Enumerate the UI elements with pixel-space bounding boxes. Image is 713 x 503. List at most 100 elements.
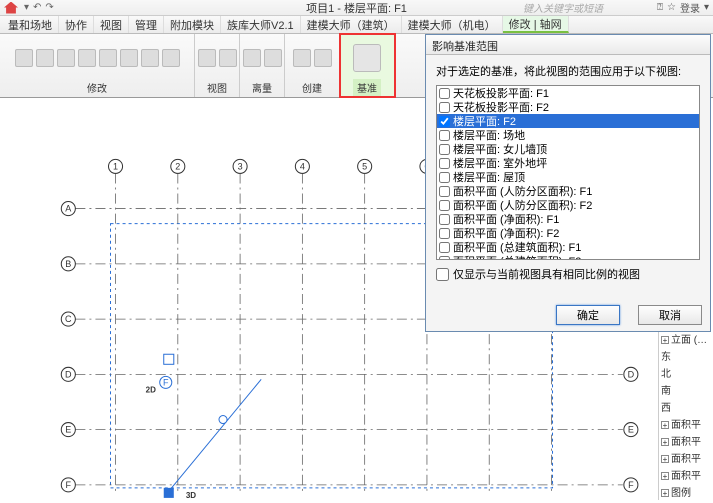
grid-end-control[interactable] bbox=[164, 354, 174, 364]
svg-text:B: B bbox=[65, 259, 71, 269]
ribbon-tab[interactable]: 量和场地 bbox=[2, 16, 59, 33]
view-checkbox[interactable] bbox=[439, 242, 450, 253]
ribbon-tabs: 量和场地协作视图管理附加模块族库大师V2.1建模大师（建筑）建模大师（机电）修改… bbox=[0, 16, 713, 34]
view-list-item[interactable]: 面积平面 (净面积): F2 bbox=[437, 226, 699, 240]
browser-node[interactable]: +面积平 bbox=[659, 466, 713, 483]
tool-icon[interactable] bbox=[57, 49, 75, 67]
ribbon-tab[interactable]: 视图 bbox=[94, 16, 129, 33]
tool-icon[interactable] bbox=[314, 49, 332, 67]
svg-text:F: F bbox=[628, 480, 634, 490]
view-checkbox[interactable] bbox=[439, 256, 450, 261]
panel-label: 创建 bbox=[298, 79, 326, 96]
drag-handle[interactable] bbox=[219, 416, 227, 424]
view-checkbox[interactable] bbox=[439, 214, 450, 225]
dim-2d: 2D bbox=[146, 385, 156, 394]
browser-node[interactable]: +图例 bbox=[659, 483, 713, 500]
ribbon-tab[interactable]: 修改 | 轴网 bbox=[503, 16, 569, 33]
tool-icon[interactable] bbox=[293, 49, 311, 67]
ribbon-tab[interactable]: 协作 bbox=[59, 16, 94, 33]
nav-arrow[interactable]: ▾ bbox=[24, 2, 29, 13]
view-checkbox[interactable] bbox=[439, 228, 450, 239]
ribbon-panel-视图: 视图 bbox=[195, 34, 240, 97]
same-scale-checkbox-input[interactable] bbox=[436, 268, 449, 281]
svg-text:E: E bbox=[628, 425, 634, 435]
svg-text:3: 3 bbox=[238, 161, 243, 171]
ribbon-tab[interactable]: 附加模块 bbox=[164, 16, 221, 33]
propagate-extents-dialog: 影响基准范围 对于选定的基准，将此视图的范围应用于以下视图: 天花板投影平面: … bbox=[425, 34, 711, 332]
browser-node[interactable]: 西 bbox=[659, 398, 713, 415]
view-checkbox[interactable] bbox=[439, 158, 450, 169]
view-list-item[interactable]: 天花板投影平面: F1 bbox=[437, 86, 699, 100]
view-list-item[interactable]: 楼层平面: 屋顶 bbox=[437, 170, 699, 184]
help-icon[interactable]: ⍰ bbox=[657, 2, 663, 13]
svg-text:1: 1 bbox=[113, 161, 118, 171]
document-title: 项目1 - 楼层平面: F1 bbox=[306, 0, 407, 16]
view-list-item[interactable]: 楼层平面: 场地 bbox=[437, 128, 699, 142]
undo-icon[interactable]: ↶ bbox=[33, 2, 41, 13]
tool-icon[interactable] bbox=[243, 49, 261, 67]
tool-icon[interactable] bbox=[219, 49, 237, 67]
tool-icon[interactable] bbox=[353, 44, 381, 72]
browser-node[interactable]: +面积平 bbox=[659, 415, 713, 432]
view-checkbox[interactable] bbox=[439, 200, 450, 211]
tool-icon[interactable] bbox=[141, 49, 159, 67]
tool-icon[interactable] bbox=[198, 49, 216, 67]
browser-node[interactable]: 北 bbox=[659, 364, 713, 381]
ribbon-panel-修改: 修改 bbox=[0, 34, 195, 97]
view-list-item[interactable]: 面积平面 (人防分区面积): F1 bbox=[437, 184, 699, 198]
browser-node[interactable]: +立面 (… bbox=[659, 330, 713, 347]
tool-icon[interactable] bbox=[120, 49, 138, 67]
title-bar: ▾ ↶ ↷ 项目1 - 楼层平面: F1 键入关键字或短语 ⍰ ☆ 登录 ▾ bbox=[0, 0, 713, 16]
ribbon-tab[interactable]: 管理 bbox=[129, 16, 164, 33]
svg-text:D: D bbox=[628, 369, 635, 379]
tool-icon[interactable] bbox=[78, 49, 96, 67]
view-label: 面积平面 (总建筑面积): F2 bbox=[453, 253, 581, 260]
view-checkbox[interactable] bbox=[439, 130, 450, 141]
ribbon-tab[interactable]: 建模大师（建筑） bbox=[301, 16, 402, 33]
panel-label: 视图 bbox=[203, 79, 231, 96]
title-right-controls: ⍰ ☆ 登录 ▾ bbox=[657, 0, 709, 15]
cancel-button[interactable]: 取消 bbox=[638, 305, 702, 325]
view-list-item[interactable]: 面积平面 (人防分区面积): F2 bbox=[437, 198, 699, 212]
dialog-title[interactable]: 影响基准范围 bbox=[426, 35, 710, 55]
view-list-item[interactable]: 楼层平面: F2 bbox=[437, 114, 699, 128]
dropdown-icon[interactable]: ▾ bbox=[704, 2, 709, 13]
view-list-item[interactable]: 面积平面 (净面积): F1 bbox=[437, 212, 699, 226]
star-icon[interactable]: ☆ bbox=[667, 2, 676, 13]
view-list-item[interactable]: 楼层平面: 女儿墙顶 bbox=[437, 142, 699, 156]
browser-node[interactable]: 东 bbox=[659, 347, 713, 364]
ribbon-tab[interactable]: 建模大师（机电） bbox=[402, 16, 503, 33]
grid-end-control-bottom[interactable] bbox=[164, 488, 174, 498]
redo-icon[interactable]: ↷ bbox=[45, 2, 53, 13]
dialog-hint: 对于选定的基准，将此视图的范围应用于以下视图: bbox=[436, 63, 700, 79]
view-checkbox[interactable] bbox=[439, 144, 450, 155]
view-checkbox[interactable] bbox=[439, 172, 450, 183]
svg-text:2: 2 bbox=[175, 161, 180, 171]
views-listbox[interactable]: 天花板投影平面: F1天花板投影平面: F2楼层平面: F2楼层平面: 场地楼层… bbox=[436, 85, 700, 260]
tool-icon[interactable] bbox=[162, 49, 180, 67]
tool-icon[interactable] bbox=[15, 49, 33, 67]
tool-icon[interactable] bbox=[36, 49, 54, 67]
view-list-item[interactable]: 天花板投影平面: F2 bbox=[437, 100, 699, 114]
app-icon[interactable] bbox=[4, 2, 18, 14]
view-checkbox[interactable] bbox=[439, 88, 450, 99]
view-checkbox[interactable] bbox=[439, 116, 450, 127]
svg-text:E: E bbox=[65, 425, 71, 435]
search-placeholder[interactable]: 键入关键字或短语 bbox=[523, 0, 603, 15]
ok-button[interactable]: 确定 bbox=[556, 305, 620, 325]
project-browser[interactable]: +立面 (… 东 北 南 西+面积平+面积平+面积平+面积平+图例+明细表+图纸… bbox=[658, 330, 713, 500]
browser-node[interactable]: +面积平 bbox=[659, 432, 713, 449]
same-scale-checkbox[interactable]: 仅显示与当前视图具有相同比例的视图 bbox=[436, 266, 700, 282]
login-label[interactable]: 登录 bbox=[680, 0, 700, 15]
view-list-item[interactable]: 面积平面 (总建筑面积): F2 bbox=[437, 254, 699, 260]
view-checkbox[interactable] bbox=[439, 102, 450, 113]
tool-icon[interactable] bbox=[264, 49, 282, 67]
browser-node[interactable]: 南 bbox=[659, 381, 713, 398]
view-list-item[interactable]: 楼层平面: 室外地坪 bbox=[437, 156, 699, 170]
view-list-item[interactable]: 面积平面 (总建筑面积): F1 bbox=[437, 240, 699, 254]
browser-node[interactable]: +面积平 bbox=[659, 449, 713, 466]
tool-icon[interactable] bbox=[99, 49, 117, 67]
level-marker[interactable] bbox=[166, 379, 261, 495]
view-checkbox[interactable] bbox=[439, 186, 450, 197]
ribbon-tab[interactable]: 族库大师V2.1 bbox=[221, 16, 301, 33]
